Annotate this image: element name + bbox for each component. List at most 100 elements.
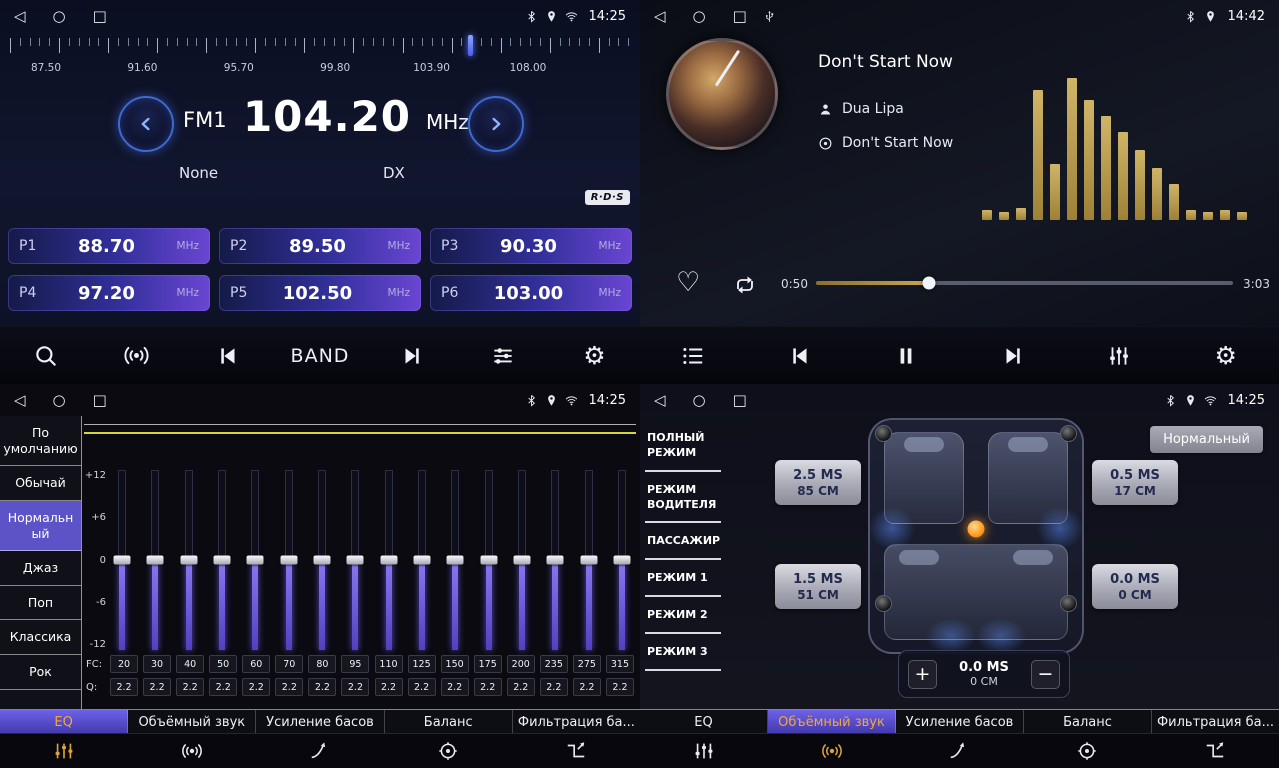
home-button[interactable]: ○ [693,9,706,24]
tune-up-button[interactable] [468,96,524,152]
eq-band-slider[interactable] [345,470,365,650]
playlist-button[interactable] [665,335,721,377]
band-button[interactable]: BAND [291,335,350,377]
sf-audio-tab-1[interactable]: EQ [640,710,768,734]
eq-preset-item[interactable]: По умолчанию [0,416,81,466]
eq-band-slider[interactable] [379,470,399,650]
next-track-button[interactable] [985,335,1041,377]
slider-thumb[interactable] [513,556,530,565]
eq-audio-tab-3[interactable]: Усиление басов [256,710,384,734]
slider-thumb[interactable] [313,556,330,565]
slider-thumb[interactable] [280,556,297,565]
tuner-settings-button[interactable] [475,335,531,377]
eq-preset-item[interactable]: Поп [0,586,81,621]
radio-preset-p4-button[interactable]: P497.20MHz [8,275,210,311]
pause-button[interactable] [878,335,934,377]
eq-audio-tab-2[interactable]: Объёмный звук [128,710,256,734]
slider-thumb[interactable] [180,556,197,565]
radio-preset-p1-button[interactable]: P188.70MHz [8,228,210,264]
slider-thumb[interactable] [547,556,564,565]
eq-audio-tab-1[interactable]: EQ [0,710,128,734]
eq-band-slider[interactable] [112,470,132,650]
listening-mode-item[interactable]: РЕЖИМ 2 [645,597,721,634]
eq-preset-item[interactable]: Нормальный [0,501,81,551]
eq-band-slider[interactable] [512,470,532,650]
eq-preset-item[interactable]: Обычай [0,466,81,501]
tab-eq-button[interactable] [640,734,768,768]
back-button[interactable]: ◁ [654,393,666,408]
settings-button[interactable]: ⚙ [566,335,622,377]
slider-thumb[interactable] [380,556,397,565]
recents-button[interactable]: □ [733,9,747,24]
previous-track-button[interactable] [772,335,828,377]
progress-slider[interactable] [816,281,1233,285]
recents-button[interactable]: □ [733,393,747,408]
slider-thumb[interactable] [413,556,430,565]
eq-audio-tab-4[interactable]: Баланс [385,710,513,734]
sf-audio-tab-5[interactable]: Фильтрация ба... [1152,710,1279,734]
next-station-button[interactable] [384,335,440,377]
tab-bass-boost-button[interactable] [256,734,384,768]
back-button[interactable]: ◁ [654,9,666,24]
listening-mode-item[interactable]: ПАССАЖИР [645,523,721,560]
slider-thumb[interactable] [447,556,464,565]
tune-down-button[interactable] [118,96,174,152]
tab-surround-button[interactable] [768,734,896,768]
eq-band-slider[interactable] [579,470,599,650]
sf-audio-tab-4[interactable]: Баланс [1024,710,1152,734]
eq-preset-item[interactable]: Джаз [0,551,81,586]
eq-band-slider[interactable] [412,470,432,650]
listening-mode-item[interactable]: РЕЖИМ 3 [645,634,721,671]
back-button[interactable]: ◁ [14,393,26,408]
previous-station-button[interactable] [200,335,256,377]
home-button[interactable]: ○ [693,393,706,408]
radio-preset-p5-button[interactable]: P5102.50MHz [219,275,421,311]
recents-button[interactable]: □ [93,9,107,24]
listening-position-marker[interactable] [968,521,985,538]
home-button[interactable]: ○ [53,9,66,24]
repeat-button[interactable] [732,274,758,300]
tab-balance-button[interactable] [1023,734,1151,768]
delay-increase-button[interactable]: + [908,660,937,689]
radio-preset-p6-button[interactable]: P6103.00MHz [430,275,632,311]
slider-thumb[interactable] [114,556,131,565]
slider-thumb[interactable] [247,556,264,565]
broadcast-button[interactable] [109,335,165,377]
home-button[interactable]: ○ [53,393,66,408]
eq-band-slider[interactable] [145,470,165,650]
frequency-ruler[interactable] [10,38,630,56]
eq-band-slider[interactable] [445,470,465,650]
sound-preset-button[interactable]: Нормальный [1150,426,1263,453]
delay-rear-right-button[interactable]: 0.0 MS 0 CM [1092,564,1178,609]
tab-eq-button[interactable] [0,734,128,768]
eq-band-slider[interactable] [612,470,632,650]
settings-button[interactable]: ⚙ [1198,335,1254,377]
eq-band-slider[interactable] [312,470,332,650]
frequency-indicator[interactable] [468,35,473,56]
slider-thumb[interactable] [147,556,164,565]
eq-band-slider[interactable] [279,470,299,650]
radio-preset-p3-button[interactable]: P390.30MHz [430,228,632,264]
recents-button[interactable]: □ [93,393,107,408]
favorite-button[interactable]: ♡ [676,269,700,296]
tab-filter-button[interactable] [512,734,640,768]
delay-decrease-button[interactable]: − [1031,660,1060,689]
delay-front-left-button[interactable]: 2.5 MS 85 CM [775,460,861,505]
tab-bass-boost-button[interactable] [896,734,1024,768]
tab-surround-button[interactable] [128,734,256,768]
slider-thumb[interactable] [480,556,497,565]
slider-thumb[interactable] [213,556,230,565]
eq-band-slider[interactable] [545,470,565,650]
sf-audio-tab-3[interactable]: Усиление басов [896,710,1024,734]
slider-thumb[interactable] [347,556,364,565]
eq-band-slider[interactable] [479,470,499,650]
sf-audio-tab-2[interactable]: Объёмный звук [768,710,896,734]
eq-preset-item[interactable]: Рок [0,655,81,690]
tab-filter-button[interactable] [1151,734,1279,768]
scan-button[interactable] [18,335,74,377]
eq-audio-tab-5[interactable]: Фильтрация ба... [513,710,640,734]
eq-preset-item[interactable]: Классика [0,620,81,655]
radio-preset-p2-button[interactable]: P289.50MHz [219,228,421,264]
back-button[interactable]: ◁ [14,9,26,24]
slider-thumb[interactable] [613,556,630,565]
